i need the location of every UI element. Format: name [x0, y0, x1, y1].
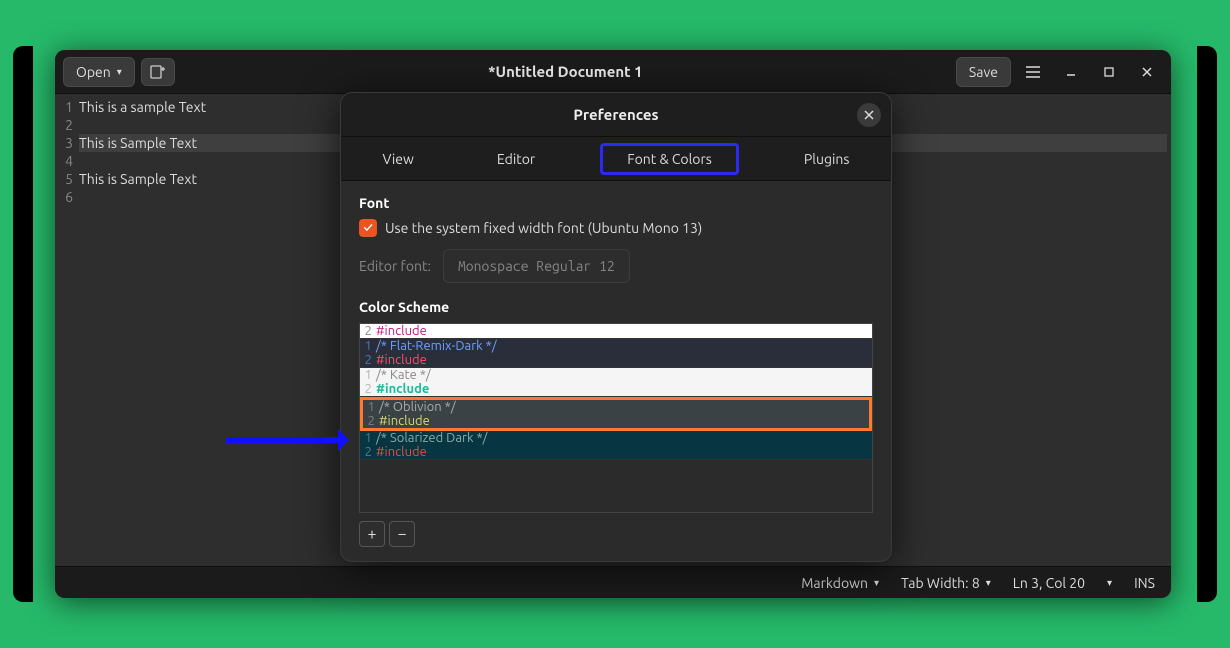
preferences-tabs: View Editor Font & Colors Plugins	[341, 137, 891, 181]
editor-font-row: Editor font: Monospace Regular 12	[359, 249, 873, 283]
line-gutter: 123456	[55, 94, 75, 566]
preferences-dialog: Preferences View Editor Font & Colors Plugi…	[340, 92, 892, 562]
scheme-oblivion[interactable]: 1/* Oblivion */2#include	[360, 397, 872, 431]
tab-plugins[interactable]: Plugins	[786, 143, 868, 175]
scheme-flat-remix-dark[interactable]: 1/* Flat-Remix-Dark */2#include	[360, 339, 872, 368]
close-icon	[1141, 66, 1153, 78]
maximize-icon	[1103, 66, 1115, 78]
chevron-down-icon: ▾	[874, 577, 879, 589]
close-button[interactable]	[1131, 58, 1163, 86]
color-scheme-list[interactable]: 2#include 1/* Flat-Remix-Dark */2#includ…	[359, 323, 873, 513]
hamburger-icon	[1025, 66, 1041, 78]
editor-font-button[interactable]: Monospace Regular 12	[443, 249, 630, 283]
editor-font-label: Editor font:	[359, 258, 431, 274]
close-icon	[864, 110, 874, 120]
chevron-down-icon: ▾	[986, 577, 991, 589]
use-system-font-label: Use the system fixed width font (Ubuntu …	[385, 220, 702, 236]
checkbox-checked-icon[interactable]: ✓	[359, 219, 377, 237]
chevron-down-icon[interactable]: ▾	[1107, 577, 1112, 589]
open-button[interactable]: Open ▾	[63, 57, 135, 87]
font-section-label: Font	[359, 195, 873, 211]
tab-font-colors[interactable]: Font & Colors	[600, 143, 739, 175]
remove-scheme-button[interactable]: −	[389, 521, 415, 547]
annotation-arrow	[226, 437, 346, 443]
new-tab-button[interactable]	[141, 58, 175, 86]
preferences-close-button[interactable]	[857, 103, 881, 127]
minimize-button[interactable]	[1055, 58, 1087, 86]
scheme-solarized-dark[interactable]: 1/* Solarized Dark */2#include	[360, 431, 872, 460]
maximize-button[interactable]	[1093, 58, 1125, 86]
hamburger-menu-button[interactable]	[1017, 58, 1049, 86]
minimize-icon	[1065, 66, 1077, 78]
chevron-down-icon: ▾	[117, 66, 122, 78]
open-label: Open	[76, 64, 111, 80]
scheme-actions: + −	[359, 521, 873, 547]
save-button[interactable]: Save	[956, 57, 1011, 87]
preferences-title: Preferences	[573, 106, 658, 123]
statusbar: Markdown▾ Tab Width: 8▾ Ln 3, Col 20 ▾ I…	[55, 566, 1171, 598]
window-title: *Untitled Document 1	[181, 63, 950, 80]
add-scheme-button[interactable]: +	[359, 521, 385, 547]
titlebar: Open ▾ *Untitled Document 1 Save	[55, 50, 1171, 94]
preferences-body: Font ✓ Use the system fixed width font (…	[341, 181, 891, 561]
status-mode[interactable]: INS	[1134, 575, 1155, 591]
tab-editor[interactable]: Editor	[479, 143, 553, 175]
scheme--white-[interactable]: 2#include	[360, 324, 872, 339]
status-language[interactable]: Markdown▾	[801, 575, 879, 591]
preferences-header: Preferences	[341, 93, 891, 137]
status-tabwidth[interactable]: Tab Width: 8▾	[901, 575, 991, 591]
color-scheme-label: Color Scheme	[359, 299, 873, 315]
scheme-kate[interactable]: 1/* Kate */2#include	[360, 368, 872, 397]
tab-view[interactable]: View	[365, 143, 432, 175]
status-position: Ln 3, Col 20	[1013, 575, 1085, 591]
new-document-icon	[150, 65, 166, 79]
use-system-font-row[interactable]: ✓ Use the system fixed width font (Ubunt…	[359, 219, 873, 237]
